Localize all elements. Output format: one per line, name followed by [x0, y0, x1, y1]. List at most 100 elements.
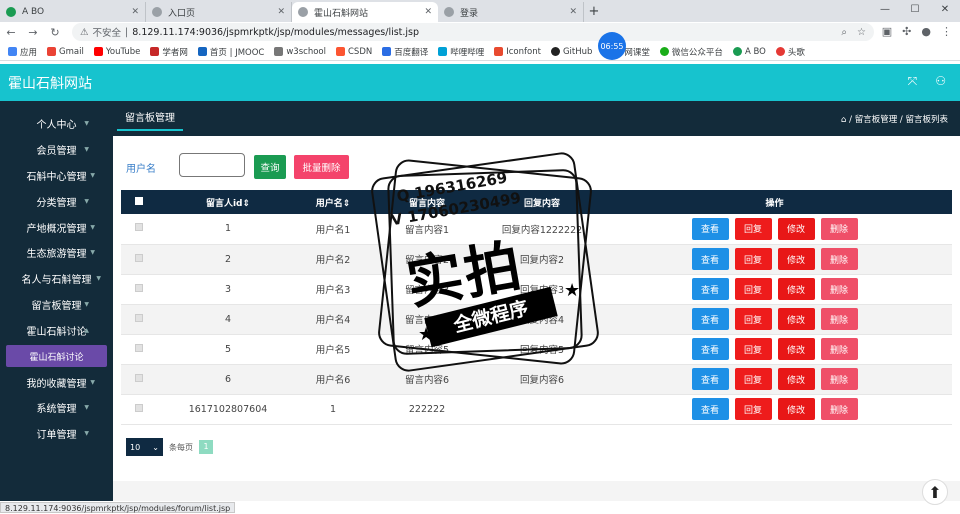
sidebar-item-forum[interactable]: 霍山石斛讨论 ▲ — [0, 317, 113, 343]
view-button[interactable]: 查看 — [691, 338, 729, 360]
new-tab-icon[interactable]: + — [584, 2, 604, 22]
delete-button[interactable]: 删除 — [820, 368, 858, 390]
close-window-icon[interactable]: ✕ — [930, 0, 960, 22]
view-button[interactable]: 查看 — [691, 308, 729, 330]
sidebar-item-celebrities[interactable]: 名人与石斛管理 ▼ — [0, 266, 113, 292]
close-icon[interactable]: ✕ — [277, 7, 285, 17]
close-icon[interactable]: ✕ — [569, 7, 577, 17]
reply-button[interactable]: 回复 — [734, 248, 772, 270]
puzzle-icon[interactable]: ✣ — [902, 25, 911, 38]
star-icon[interactable]: ☆ — [857, 27, 866, 38]
edit-button[interactable]: 修改 — [777, 248, 815, 270]
edit-button[interactable]: 修改 — [777, 217, 815, 240]
edit-button[interactable]: 修改 — [777, 368, 815, 390]
row-checkbox[interactable] — [135, 223, 143, 232]
sidebar-item-orders[interactable]: 订单管理 ▼ — [0, 421, 113, 447]
select-all-checkbox[interactable] — [135, 196, 143, 205]
bookmark-gmail[interactable]: Gmail — [47, 47, 84, 57]
batch-delete-button[interactable]: 批量删除 — [294, 155, 349, 179]
bookmark-classroom[interactable]: 网课堂 — [624, 46, 650, 58]
sidebar-item-members[interactable]: 会员管理 ▼ — [0, 137, 113, 163]
sidebar-item-personal[interactable]: 个人中心 ▼ — [0, 111, 113, 137]
sort-icon[interactable]: ⇕ — [343, 199, 351, 209]
view-button[interactable]: 查看 — [691, 248, 729, 270]
zoom-icon[interactable]: ⌕ — [841, 27, 847, 38]
reply-button[interactable]: 回复 — [734, 308, 772, 330]
back-to-top-icon[interactable]: ⬆ — [922, 479, 948, 505]
close-icon[interactable]: ✕ — [424, 7, 432, 17]
page-number-current[interactable]: 1 — [199, 440, 213, 454]
delete-button[interactable]: 删除 — [820, 217, 858, 240]
page-size-select[interactable]: 10 ⌄ — [126, 438, 163, 456]
profile-icon[interactable]: ● — [921, 25, 931, 38]
bookmark-youtube[interactable]: YouTube — [93, 47, 140, 57]
reply-button[interactable]: 回复 — [734, 338, 772, 360]
edit-button[interactable]: 修改 — [777, 338, 815, 360]
forward-icon[interactable]: → — [22, 26, 44, 39]
sidebar-item-category[interactable]: 分类管理 ▼ — [0, 188, 113, 214]
row-checkbox[interactable] — [135, 403, 143, 412]
sidebar-item-tourism[interactable]: 生态旅游管理 ▼ — [0, 240, 113, 266]
bookmark-csdn[interactable]: CSDN — [335, 47, 372, 57]
view-button[interactable]: 查看 — [691, 217, 729, 240]
edit-button[interactable]: 修改 — [777, 398, 815, 420]
bookmark-apps[interactable]: 应用 — [8, 46, 37, 58]
bookmark-iconfont[interactable]: Iconfont — [494, 47, 541, 57]
bookmark-w3school[interactable]: w3school — [274, 47, 326, 57]
bookmark-touge[interactable]: 头歌 — [775, 46, 805, 58]
browser-tab-entry[interactable]: 入口页 ✕ — [146, 2, 292, 22]
sort-icon[interactable]: ⇕ — [242, 199, 250, 209]
row-checkbox[interactable] — [135, 373, 143, 382]
edit-button[interactable]: 修改 — [777, 278, 815, 300]
maximize-icon[interactable]: ☐ — [900, 0, 930, 22]
view-button[interactable]: 查看 — [691, 398, 729, 420]
home-icon[interactable]: ⌂ — [841, 115, 846, 125]
browser-tab-abo[interactable]: A BO ✕ — [0, 2, 146, 22]
sidebar-item-origin[interactable]: 产地概况管理 ▼ — [0, 214, 113, 240]
user-icon[interactable]: ⚇ — [935, 74, 946, 89]
column-header-username[interactable]: 用户名⇕ — [299, 190, 367, 214]
delete-button[interactable]: 删除 — [820, 248, 858, 270]
row-checkbox[interactable] — [135, 253, 143, 262]
tab-messages[interactable]: 留言板管理 — [117, 107, 183, 131]
delete-button[interactable]: 删除 — [820, 338, 858, 360]
bookmark-wechat[interactable]: 微信公众平台 — [659, 46, 723, 58]
back-icon[interactable]: ← — [0, 26, 22, 39]
delete-button[interactable]: 删除 — [820, 278, 858, 300]
bookmark-github[interactable]: GitHub — [550, 47, 592, 57]
minimize-icon[interactable]: — — [870, 0, 900, 22]
menu-icon[interactable]: ⋮ — [941, 25, 952, 38]
reload-icon[interactable]: ↻ — [44, 26, 66, 39]
row-checkbox[interactable] — [135, 283, 143, 292]
sidebar-item-messages[interactable]: 留言板管理 ▼ — [0, 292, 113, 318]
extension-icon[interactable]: ▣ — [882, 25, 892, 38]
username-search-input[interactable] — [179, 153, 245, 177]
bookmark-bilibili[interactable]: 哔哩哔哩 — [438, 46, 484, 58]
view-button[interactable]: 查看 — [691, 368, 729, 390]
bookmark-abo[interactable]: A BO — [732, 47, 766, 57]
view-button[interactable]: 查看 — [691, 278, 729, 300]
bookmark-jmooc[interactable]: 首页 | JMOOC — [197, 46, 264, 58]
browser-tab-login[interactable]: 登录 ✕ — [438, 2, 584, 22]
browser-tab-site[interactable]: 霍山石斛网站 ✕ — [292, 2, 438, 22]
reply-button[interactable]: 回复 — [734, 217, 772, 240]
edit-button[interactable]: 修改 — [777, 308, 815, 330]
sidebar-item-dendrobium[interactable]: 石斛中心管理 ▼ — [0, 163, 113, 189]
reply-button[interactable]: 回复 — [734, 398, 772, 420]
warning-icon[interactable]: ⚠ — [80, 27, 89, 38]
bookmark-baidu-translate[interactable]: 百度翻译 — [382, 46, 428, 58]
search-button[interactable]: 查询 — [254, 155, 286, 179]
row-checkbox[interactable] — [135, 343, 143, 352]
reply-button[interactable]: 回复 — [734, 278, 772, 300]
fullscreen-icon[interactable]: ⤧ — [908, 74, 918, 89]
row-checkbox[interactable] — [135, 313, 143, 322]
reply-button[interactable]: 回复 — [734, 368, 772, 390]
sidebar-subitem-forum[interactable]: 霍山石斛讨论 — [6, 345, 107, 368]
url-input[interactable]: ⚠ 不安全 | 8.129.11.174:9036/jspmrkptk/jsp/… — [72, 23, 874, 41]
close-icon[interactable]: ✕ — [131, 7, 139, 17]
delete-button[interactable]: 删除 — [820, 398, 858, 420]
bookmark-scholar[interactable]: 学者网 — [150, 46, 188, 58]
sidebar-item-favorites[interactable]: 我的收藏管理 ▼ — [0, 369, 113, 395]
column-header-id[interactable]: 留言人id⇕ — [157, 190, 299, 214]
sidebar-item-system[interactable]: 系统管理 ▼ — [0, 395, 113, 421]
